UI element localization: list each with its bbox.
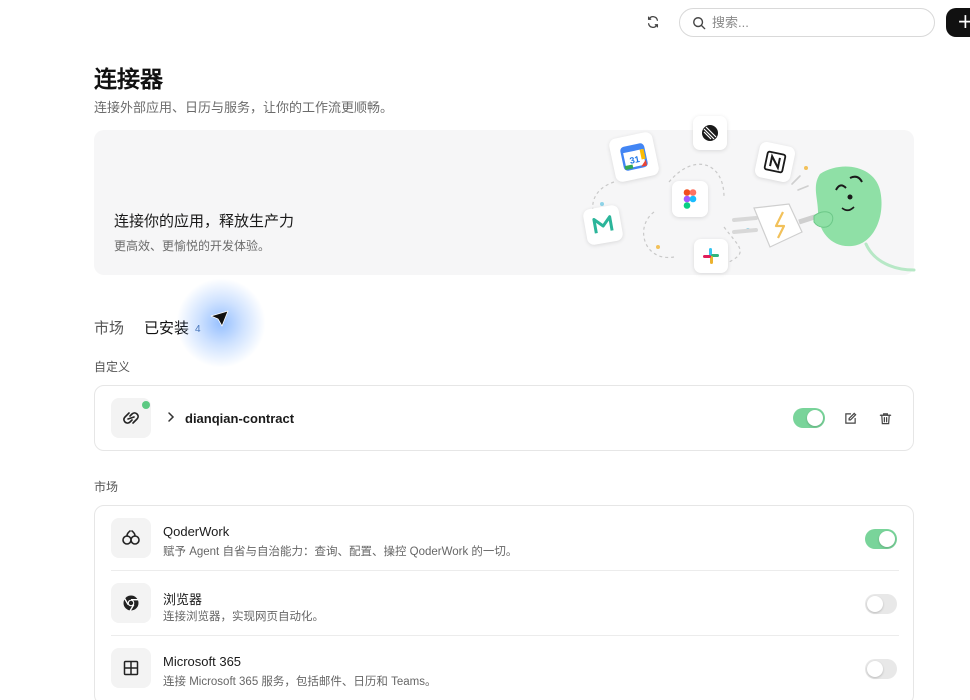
windows-grid-icon bbox=[123, 660, 139, 676]
slack-icon bbox=[703, 248, 719, 264]
refresh-icon bbox=[647, 16, 659, 28]
notion-app-tile bbox=[753, 140, 797, 184]
browser-toggle[interactable] bbox=[865, 594, 897, 614]
connector-description: 赋予 Agent 自省与自治能力：查询、配置、操控 QoderWork 的一切。 bbox=[163, 546, 518, 558]
custom-connector-name[interactable]: dianqian-contract bbox=[185, 411, 294, 426]
promo-banner: 连接你的应用，释放生产力 更高效、更愉悦的开发体验。 31 bbox=[94, 116, 916, 275]
custom-section-label: 自定义 bbox=[94, 360, 131, 374]
connector-name: 浏览器 bbox=[163, 592, 203, 607]
microsoft365-icon-box bbox=[111, 648, 151, 688]
connected-status-dot bbox=[142, 401, 150, 409]
tab-installed[interactable]: 已安装 bbox=[144, 317, 189, 338]
google-calendar-icon: 31 bbox=[620, 143, 648, 171]
toggle-knob bbox=[807, 410, 823, 426]
edit-icon bbox=[844, 412, 856, 424]
banner-title: 连接你的应用，释放生产力 bbox=[114, 213, 295, 230]
banner-illustration: 31 bbox=[574, 112, 934, 287]
google-calendar-app-tile: 31 bbox=[607, 130, 661, 184]
search-box[interactable] bbox=[679, 8, 935, 37]
banner-subtitle: 更高效、更愉悦的开发体验。 bbox=[114, 239, 271, 253]
list-item: 浏览器 连接浏览器，实现网页自动化。 bbox=[95, 571, 915, 636]
market-section-label: 市场 bbox=[94, 480, 119, 494]
microsoft365-toggle[interactable] bbox=[865, 659, 897, 679]
market-connector-list: QoderWork 赋予 Agent 自省与自治能力：查询、配置、操控 Qode… bbox=[94, 505, 914, 700]
custom-connector-toggle[interactable] bbox=[793, 408, 825, 428]
installed-count-badge: 4 bbox=[195, 324, 201, 335]
delete-button[interactable] bbox=[876, 409, 894, 427]
qoderwork-toggle[interactable] bbox=[865, 529, 897, 549]
edit-button[interactable] bbox=[841, 409, 859, 427]
connector-name: Microsoft 365 bbox=[163, 654, 242, 669]
qoderwork-icon bbox=[122, 530, 140, 545]
browser-icon-box bbox=[111, 583, 151, 623]
custom-connector-card: dianqian-contract bbox=[94, 385, 914, 451]
kimi-app-tile bbox=[582, 204, 624, 246]
trash-icon bbox=[879, 412, 891, 424]
refresh-button[interactable] bbox=[642, 11, 664, 33]
list-item: Microsoft 365 连接 Microsoft 365 服务，包括邮件、日… bbox=[95, 636, 915, 700]
connector-name: QoderWork bbox=[163, 524, 230, 539]
connector-description: 连接 Microsoft 365 服务，包括邮件、日历和 Teams。 bbox=[163, 676, 437, 688]
page-subtitle: 连接外部应用、日历与服务，让你的工作流更顺畅。 bbox=[94, 100, 394, 115]
link-connector-icon bbox=[123, 412, 139, 424]
connector-tabs: 市场 已安装 4 bbox=[94, 317, 201, 338]
notion-icon bbox=[763, 150, 787, 174]
toggle-knob bbox=[879, 531, 895, 547]
qoderwork-icon-box bbox=[111, 518, 151, 558]
add-connector-button[interactable]: + bbox=[946, 8, 970, 37]
tab-market[interactable]: 市场 bbox=[94, 317, 124, 338]
calendar-day-text: 31 bbox=[629, 154, 641, 166]
search-icon bbox=[693, 16, 706, 29]
linear-app-tile bbox=[693, 116, 727, 150]
list-item: QoderWork 赋予 Agent 自省与自治能力：查询、配置、操控 Qode… bbox=[95, 506, 915, 571]
linear-icon bbox=[702, 125, 718, 141]
connector-description: 连接浏览器，实现网页自动化。 bbox=[163, 611, 324, 623]
top-bar: + bbox=[0, 0, 970, 46]
search-input[interactable] bbox=[712, 15, 912, 30]
slack-app-tile bbox=[694, 239, 728, 273]
page-title: 连接器 bbox=[94, 66, 163, 92]
figma-icon bbox=[683, 189, 697, 209]
mouse-cursor-icon bbox=[210, 310, 229, 327]
toggle-knob bbox=[867, 661, 883, 677]
m-logo-icon bbox=[592, 215, 614, 234]
figma-app-tile bbox=[672, 181, 708, 217]
chevron-right-icon[interactable] bbox=[167, 411, 175, 423]
chrome-icon bbox=[123, 595, 139, 611]
toggle-knob bbox=[867, 596, 883, 612]
